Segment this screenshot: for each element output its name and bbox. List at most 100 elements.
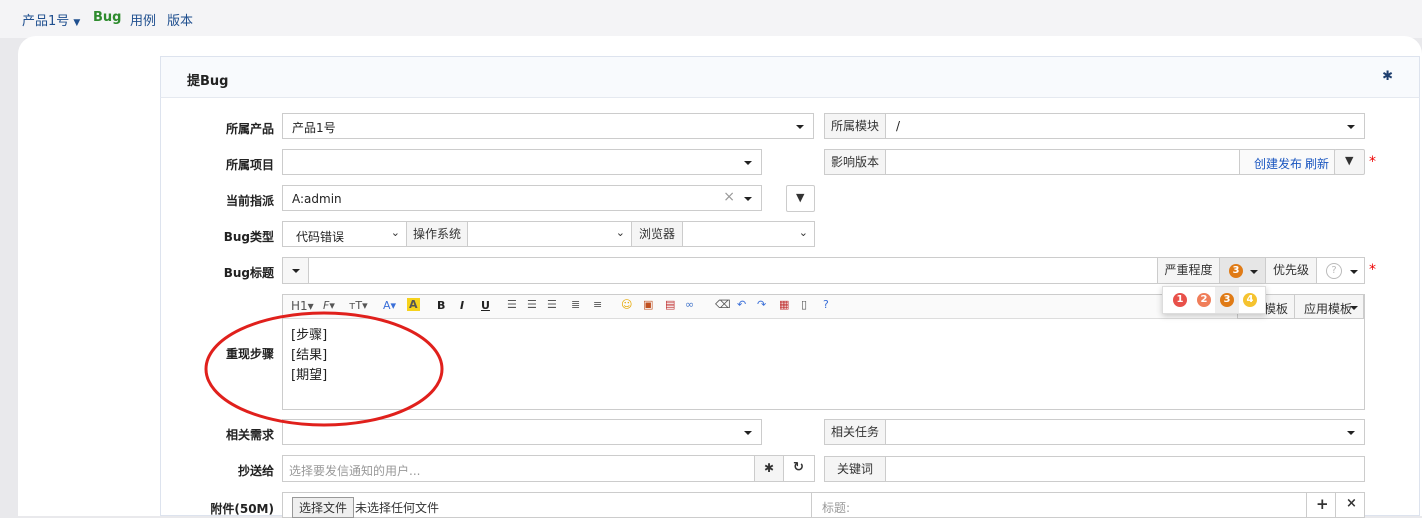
- priority-label: 优先级: [1265, 257, 1317, 284]
- priority-select[interactable]: ?: [1316, 257, 1365, 284]
- plus-icon: +: [1316, 495, 1329, 513]
- undo-icon[interactable]: ↶: [737, 298, 746, 311]
- nav-product[interactable]: 产品1号 ▼: [22, 10, 80, 29]
- ordered-list-icon[interactable]: ≣: [571, 298, 580, 311]
- severity-select[interactable]: 3: [1219, 257, 1266, 284]
- emoji-icon[interactable]: ☺: [621, 298, 632, 311]
- severity-badge: 3: [1229, 264, 1243, 278]
- mailto-input[interactable]: 选择要发信通知的用户...: [282, 455, 755, 482]
- product-label: 所属产品: [225, 122, 274, 136]
- module-label: 所属模块: [824, 113, 886, 139]
- chevron-down-icon: [744, 431, 752, 435]
- type-select[interactable]: 代码错误 ⌄: [282, 221, 407, 247]
- help-icon[interactable]: ?: [823, 298, 829, 311]
- apply-template-button[interactable]: 应用模板: [1294, 295, 1364, 319]
- browser-select[interactable]: ⌄: [682, 221, 815, 247]
- browser-label: 浏览器: [631, 221, 683, 247]
- title-color-button[interactable]: [282, 257, 309, 284]
- keywords-label: 关键词: [824, 456, 886, 482]
- chevron-down-icon: [744, 197, 752, 201]
- filter-icon: ▼: [796, 191, 805, 204]
- assign-value: A:admin: [292, 192, 342, 206]
- chevron-down-icon: ⌄: [798, 226, 808, 239]
- task-select[interactable]: [885, 419, 1365, 445]
- type-label: Bug类型: [223, 230, 274, 244]
- project-select[interactable]: [282, 149, 762, 175]
- product-value: 产品1号: [292, 121, 336, 135]
- os-select[interactable]: ⌄: [467, 221, 632, 247]
- annotation-ellipse: [204, 311, 444, 427]
- task-label: 相关任务: [824, 419, 886, 445]
- unordered-list-icon[interactable]: ≡: [593, 298, 602, 311]
- build-label: 影响版本: [824, 149, 886, 175]
- module-value: /: [896, 119, 901, 133]
- assign-filter-button[interactable]: ▼: [786, 185, 815, 212]
- chevron-down-icon: [796, 125, 804, 129]
- clear-icon[interactable]: ×: [723, 189, 735, 205]
- nav-version[interactable]: 版本: [167, 10, 193, 29]
- save-template-label: 模板: [1263, 302, 1288, 316]
- gear-icon[interactable]: ✱: [1382, 69, 1393, 84]
- chevron-down-icon: [744, 161, 752, 165]
- create-build-link[interactable]: 创建发布: [1254, 155, 1302, 172]
- align-left-icon[interactable]: ☰: [507, 298, 517, 311]
- file-title-placeholder: 标题:: [822, 501, 851, 515]
- severity-option-3[interactable]: 3: [1220, 293, 1234, 307]
- nav-bug[interactable]: Bug: [93, 10, 121, 25]
- build-select[interactable]: [885, 149, 1240, 175]
- paste-icon[interactable]: ▯: [801, 298, 807, 311]
- severity-label: 严重程度: [1157, 257, 1220, 284]
- chevron-down-icon: [1250, 270, 1258, 274]
- refresh-link[interactable]: 刷新: [1305, 155, 1329, 172]
- file-title-input[interactable]: 标题:: [811, 492, 1307, 518]
- severity-option-4[interactable]: 4: [1243, 293, 1257, 307]
- severity-option-1[interactable]: 1: [1173, 293, 1187, 307]
- keywords-input[interactable]: [885, 456, 1365, 482]
- mailto-placeholder: 选择要发信通知的用户...: [289, 464, 421, 478]
- choose-file-button[interactable]: 选择文件: [292, 497, 355, 518]
- filter-button[interactable]: ▼: [1334, 149, 1365, 175]
- underline-icon[interactable]: U: [481, 299, 490, 312]
- chevron-down-icon: [1350, 270, 1358, 274]
- remove-file-button[interactable]: ×: [1335, 492, 1365, 518]
- chevron-down-icon: ⌄: [390, 226, 400, 239]
- priority-badge: ?: [1326, 263, 1342, 279]
- apply-template-label: 应用模板: [1304, 302, 1353, 316]
- align-right-icon[interactable]: ☰: [547, 298, 557, 311]
- assign-select[interactable]: A:admin ×: [282, 185, 762, 211]
- required-mark: *: [1369, 262, 1376, 278]
- top-nav: 产品1号 ▼ Bug 用例 版本: [0, 0, 1422, 38]
- eraser-icon[interactable]: ⌫: [715, 298, 731, 311]
- italic-icon[interactable]: I: [460, 299, 464, 312]
- link-icon[interactable]: ∞: [685, 298, 694, 311]
- add-file-button[interactable]: +: [1306, 492, 1336, 518]
- close-icon: ×: [1346, 496, 1357, 511]
- align-center-icon[interactable]: ☰: [527, 298, 537, 311]
- project-label: 所属项目: [225, 158, 274, 172]
- gear-icon: ✱: [764, 461, 775, 475]
- media-icon[interactable]: ▤: [665, 298, 675, 311]
- panel-header: 提Bug ✱: [160, 56, 1420, 98]
- build-actions: 创建发布 刷新: [1239, 149, 1335, 175]
- file-input[interactable]: 选择文件 未选择任何文件: [282, 492, 812, 518]
- nav-case[interactable]: 用例: [130, 10, 156, 29]
- severity-dropdown: 1 2 3 4: [1162, 286, 1266, 314]
- module-select[interactable]: /: [885, 113, 1365, 139]
- required-mark: *: [1369, 154, 1376, 170]
- title-input[interactable]: [308, 257, 1158, 284]
- product-select[interactable]: 产品1号: [282, 113, 814, 139]
- severity-option-2[interactable]: 2: [1197, 293, 1211, 307]
- no-file-text: 未选择任何文件: [355, 501, 440, 515]
- mailto-settings-button[interactable]: ✱: [754, 455, 784, 482]
- type-value: 代码错误: [296, 230, 345, 244]
- image-icon[interactable]: ▣: [643, 298, 653, 311]
- chevron-down-icon: [1347, 431, 1355, 435]
- page-title: 提Bug: [187, 74, 229, 89]
- refresh-icon: ↻: [793, 460, 804, 475]
- chevron-down-icon: [1347, 125, 1355, 129]
- redo-icon[interactable]: ↷: [757, 298, 766, 311]
- chevron-down-icon: [1350, 306, 1358, 310]
- mailto-refresh-button[interactable]: ↻: [783, 455, 815, 482]
- assign-label: 当前指派: [225, 194, 274, 208]
- table-icon[interactable]: ▦: [779, 298, 789, 311]
